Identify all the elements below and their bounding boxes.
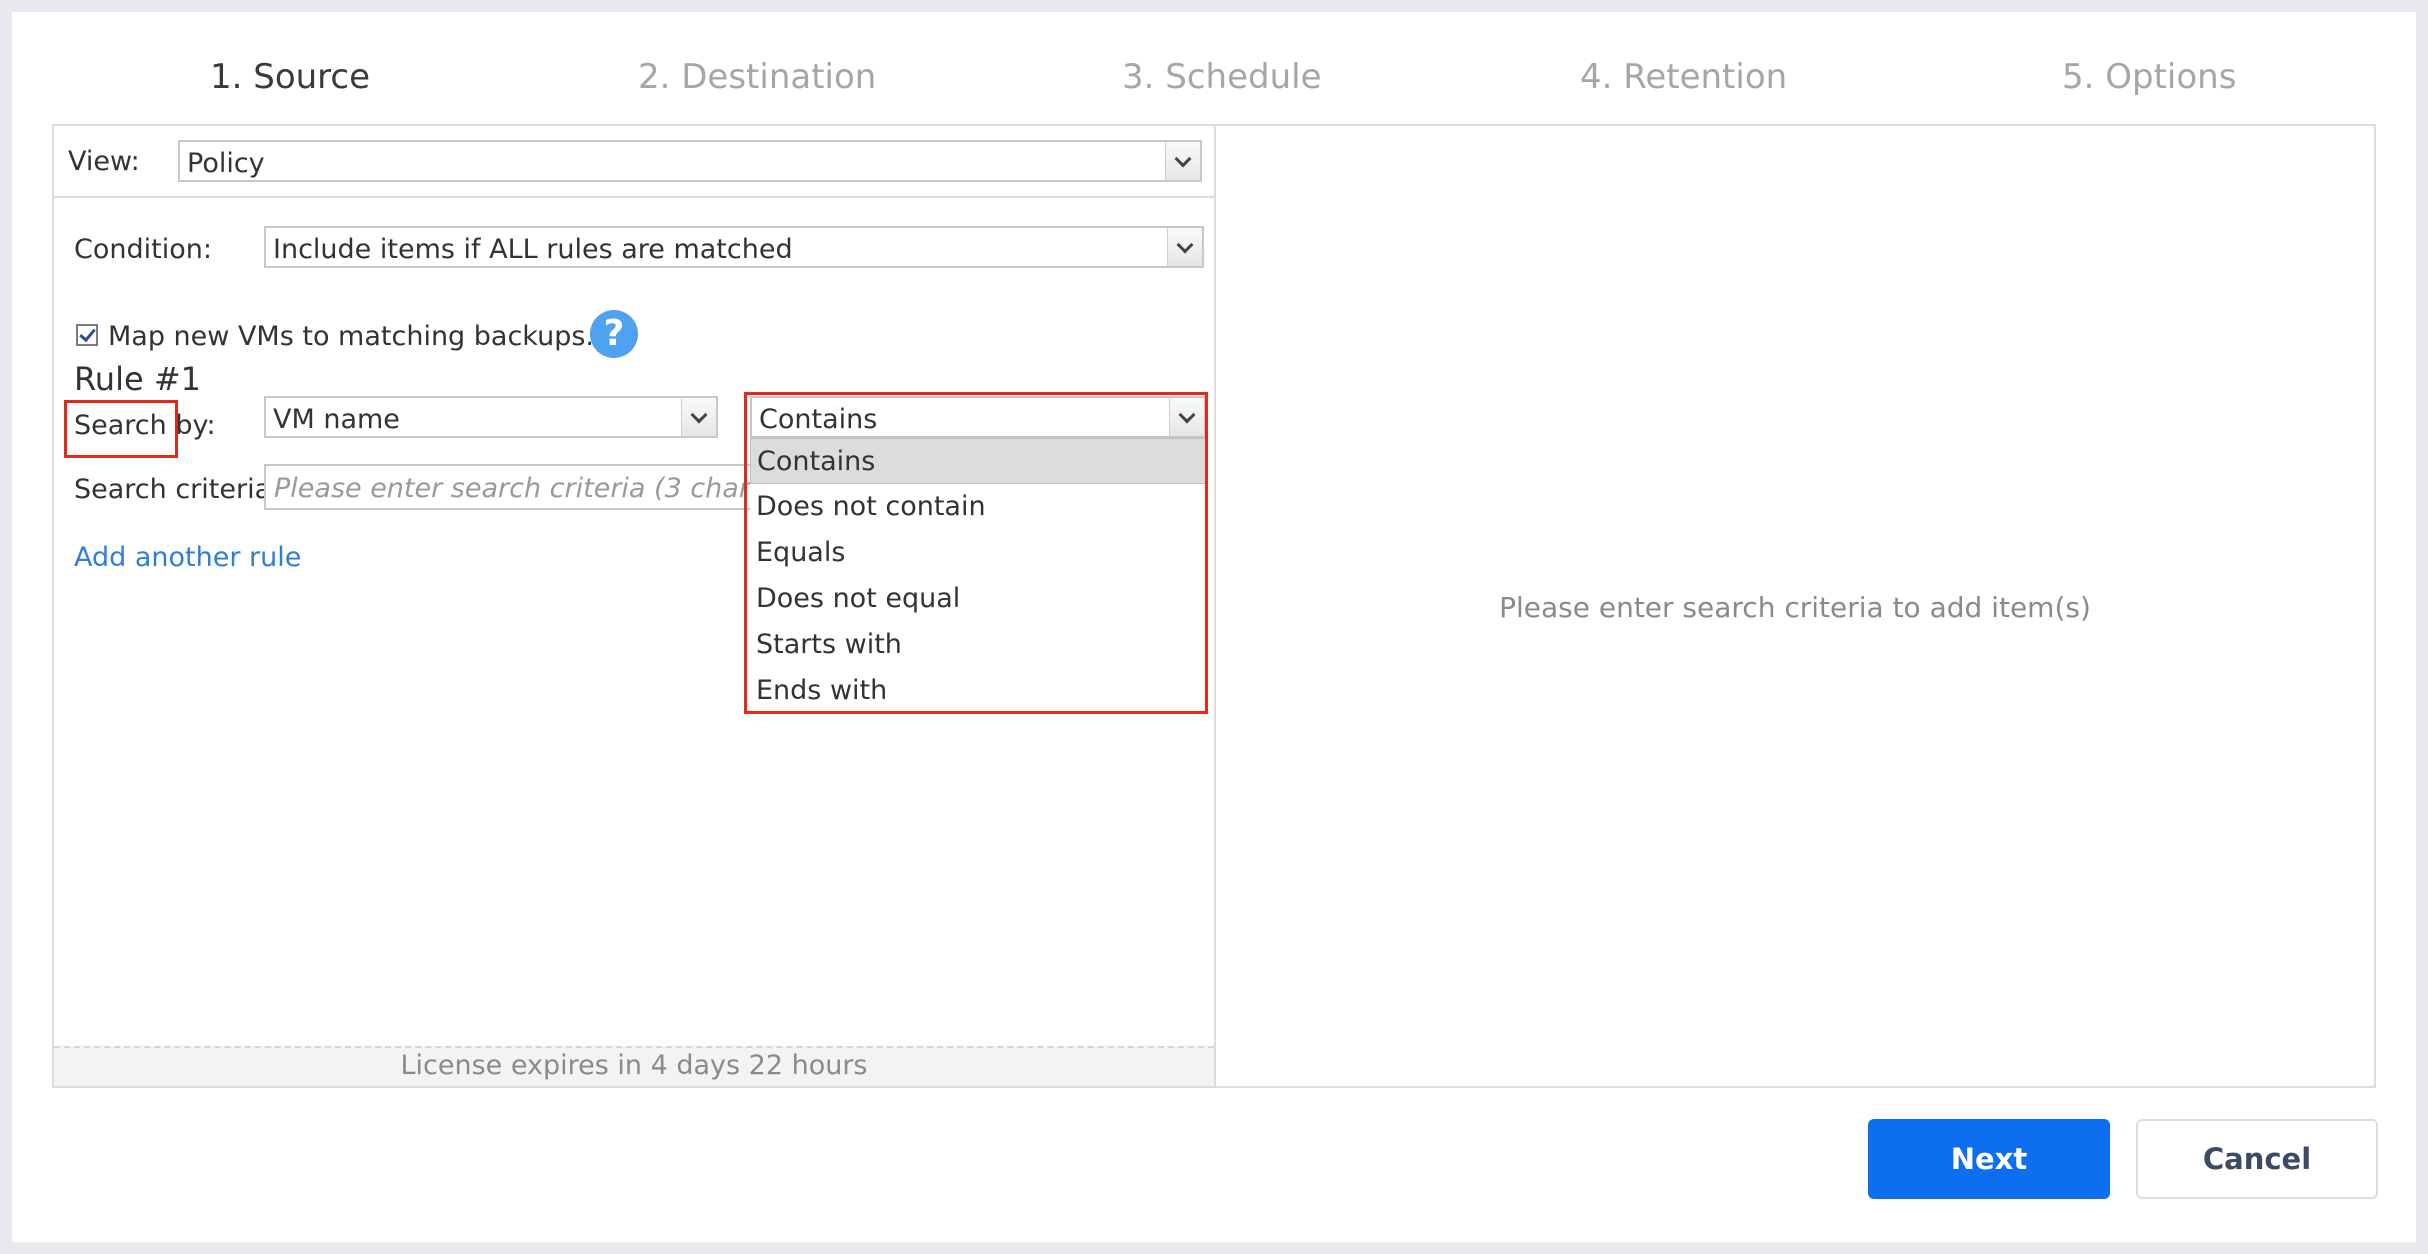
search-by-label: Search by:	[74, 410, 216, 441]
search-by-select[interactable]: VM name	[264, 396, 718, 438]
step-schedule[interactable]: 3. Schedule	[1122, 57, 1321, 97]
source-panel: View: Policy Condition: Include items if…	[52, 124, 2376, 1088]
search-by-value: VM name	[273, 404, 400, 435]
empty-items-message: Please enter search criteria to add item…	[1499, 591, 2091, 624]
step-source[interactable]: 1. Source	[210, 57, 370, 97]
chevron-down-icon[interactable]	[1165, 142, 1200, 180]
view-select-value: Policy	[187, 148, 265, 179]
condition-select-value: Include items if ALL rules are matched	[273, 234, 793, 265]
condition-label: Condition:	[74, 234, 212, 265]
step-retention[interactable]: 4. Retention	[1580, 57, 1787, 97]
view-select[interactable]: Policy	[178, 140, 1202, 182]
map-vms-checkbox[interactable]	[76, 324, 98, 346]
view-row: View: Policy	[54, 126, 1214, 198]
condition-select[interactable]: Include items if ALL rules are matched	[264, 226, 1204, 268]
step-destination[interactable]: 2. Destination	[638, 57, 876, 97]
wizard-frame: 1. Source 2. Destination 3. Schedule 4. …	[12, 12, 2416, 1242]
search-criteria-label: Search criteria:	[74, 474, 281, 505]
step-options[interactable]: 5. Options	[2062, 57, 2236, 97]
view-label: View:	[68, 146, 140, 177]
add-another-rule-link[interactable]: Add another rule	[74, 542, 301, 573]
rules-pane: View: Policy Condition: Include items if…	[54, 126, 1216, 1086]
operator-dropdown-highlight	[744, 392, 1208, 714]
wizard-steps: 1. Source 2. Destination 3. Schedule 4. …	[12, 12, 2416, 122]
chevron-down-icon[interactable]	[1167, 228, 1202, 266]
chevron-down-icon[interactable]	[681, 398, 716, 436]
next-button[interactable]: Next	[1868, 1119, 2110, 1199]
help-icon[interactable]: ?	[590, 310, 638, 358]
cancel-button[interactable]: Cancel	[2136, 1119, 2378, 1199]
license-status: License expires in 4 days 22 hours	[54, 1046, 1214, 1086]
rule-title: Rule #1	[74, 360, 201, 398]
map-vms-label: Map new VMs to matching backups.	[108, 321, 595, 352]
